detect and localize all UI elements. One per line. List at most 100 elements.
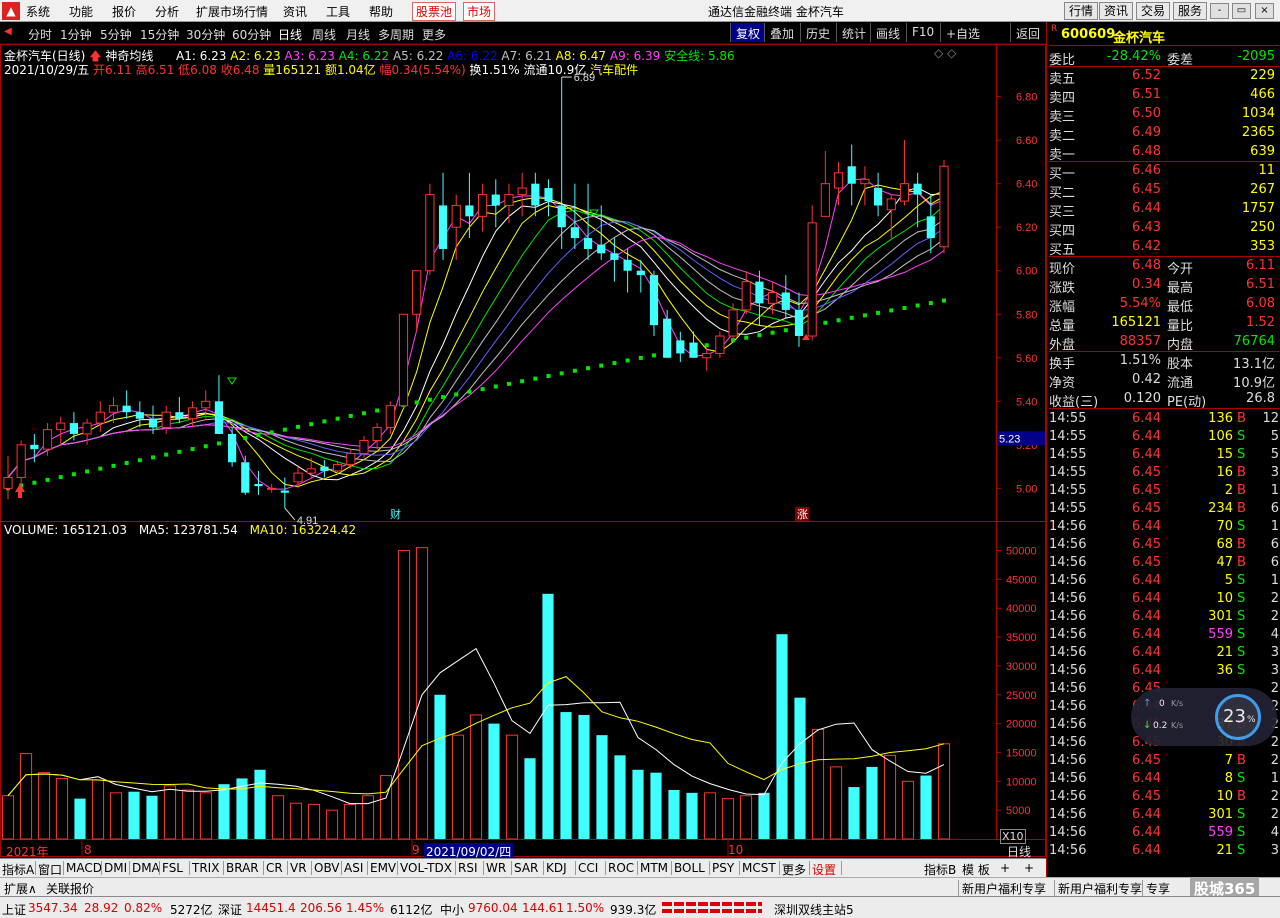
ohlc-sector[interactable]: 汽车配件 <box>590 63 638 77</box>
indicator-tab-6[interactable]: TRIX <box>192 861 219 875</box>
sz-index-name[interactable]: 深证 <box>218 901 242 918</box>
promo-link-3[interactable]: 专享 <box>1142 880 1170 897</box>
history-button[interactable]: 历史 <box>800 23 835 42</box>
indicator-tab-3[interactable]: DMI <box>104 861 127 875</box>
stock-pool-button[interactable]: 股票池 <box>412 2 457 21</box>
period-fenshi[interactable]: 分时 <box>28 26 52 43</box>
related-quotes-tab[interactable]: 关联报价 <box>46 880 94 897</box>
tick-volume: 21 <box>1216 843 1233 858</box>
period-15min[interactable]: 15分钟 <box>140 26 179 43</box>
menu-quote[interactable]: 报价 <box>112 3 136 20</box>
menu-news[interactable]: 资讯 <box>283 3 307 20</box>
tick-row-22: 14:56 6.44 301 S 2 <box>1049 806 1279 825</box>
indicator-tab-19[interactable]: ROC <box>608 861 634 875</box>
period-more[interactable]: 更多 <box>422 26 446 43</box>
maximize-button[interactable]: ▭ <box>1232 3 1251 19</box>
indicator-tab-2[interactable]: MACD <box>66 861 102 875</box>
quote-tab-button[interactable]: 行情 <box>1064 2 1099 20</box>
menu-analysis[interactable]: 分析 <box>155 3 179 20</box>
bottom-right-tab-3[interactable]: + <box>1024 861 1034 875</box>
promo-link-2[interactable]: 新用户福利专享 <box>1054 880 1142 897</box>
indicator-tab-13[interactable]: VOL-TDX <box>400 861 452 875</box>
menu-system[interactable]: 系统 <box>26 3 50 20</box>
back-button[interactable]: 返回 <box>1010 23 1045 42</box>
add-favorite-button[interactable]: +自选 <box>940 23 985 42</box>
indicator-tab-14[interactable]: RSI <box>458 861 478 875</box>
market-button[interactable]: 市场 <box>463 2 496 21</box>
menu-function[interactable]: 功能 <box>69 3 93 20</box>
tick-side: S <box>1237 645 1246 660</box>
volume-bar-down <box>488 723 500 839</box>
indicator-tab-9[interactable]: VR <box>290 861 307 875</box>
period-30min[interactable]: 30分钟 <box>186 26 225 43</box>
promo-link-1[interactable]: 新用户福利专享 <box>958 880 1046 897</box>
indicator-tab-11[interactable]: ASI <box>344 861 363 875</box>
indicator-tab-7[interactable]: BRAR <box>226 861 259 875</box>
buy-arrow-icon <box>15 484 25 498</box>
chart-collapse-icon[interactable]: ◇ ◇ <box>934 46 956 60</box>
menu-tools[interactable]: 工具 <box>326 3 350 20</box>
indicator-tab-21[interactable]: BOLL <box>674 861 705 875</box>
candle-body-up <box>108 405 119 413</box>
menu-help[interactable]: 帮助 <box>369 3 393 20</box>
tick-row-0: 14:55 6.44 136 B 12 <box>1049 410 1279 429</box>
period-weekly[interactable]: 周线 <box>312 26 336 43</box>
stat-label: 涨幅 <box>1049 300 1076 315</box>
period-60min[interactable]: 60分钟 <box>232 26 271 43</box>
tick-row-11: 14:56 6.44 301 S 2 <box>1049 608 1279 627</box>
sh-index-name[interactable]: 上证 <box>2 901 26 918</box>
indicator-tab-5[interactable]: FSL <box>162 861 183 875</box>
price-axis-label: 5.60 <box>1016 353 1037 365</box>
indicator-tab-16[interactable]: SAR <box>514 861 538 875</box>
tick-volume: 559 <box>1208 825 1233 840</box>
tick-price: 6.44 <box>1132 519 1161 534</box>
indicator-tab-0[interactable]: 指标A <box>2 861 34 878</box>
zx-index-name[interactable]: 中小 <box>440 901 464 918</box>
period-daily[interactable]: 日线 <box>278 26 302 43</box>
menu-extended-market[interactable]: 扩展市场行情 <box>196 3 268 20</box>
indicator-tab-20[interactable]: MTM <box>640 861 668 875</box>
bid-row-3: 买四 6.43 250 <box>1049 219 1279 239</box>
indicator-tab-17[interactable]: KDJ <box>546 861 567 875</box>
minimize-button[interactable]: - <box>1210 3 1229 19</box>
period-1min[interactable]: 1分钟 <box>60 26 92 43</box>
draw-button[interactable]: 画线 <box>870 23 905 42</box>
net-speed-widget[interactable]: ↑ 0 K/s ↓ 0.2 K/s 23 % <box>1131 688 1277 746</box>
stats-button[interactable]: 统计 <box>836 23 871 42</box>
indicator-tab-10[interactable]: OBV <box>314 861 340 875</box>
period-multi[interactable]: 多周期 <box>378 26 414 43</box>
server-name[interactable]: 深圳双线主站5 <box>774 901 854 918</box>
indicator-tab-1[interactable]: 窗口 <box>38 861 62 878</box>
news-tab-button[interactable]: 资讯 <box>1099 2 1134 20</box>
indicator-tab-24[interactable]: 更多 <box>782 861 806 878</box>
collapse-arrow-icon[interactable]: ◀ <box>4 26 12 37</box>
period-5min[interactable]: 5分钟 <box>100 26 132 43</box>
bottom-right-tab-1[interactable]: 模 板 <box>962 861 990 878</box>
close-button[interactable]: × <box>1255 3 1274 19</box>
bid-volume: 267 <box>1250 182 1275 197</box>
indicator-tab-8[interactable]: CR <box>266 861 283 875</box>
candle-body-up <box>807 222 817 337</box>
tab-separator <box>511 861 512 875</box>
price-axis-label: 5.00 <box>1016 483 1037 495</box>
indicator-tab-23[interactable]: MCST <box>742 861 776 875</box>
f10-button[interactable]: F10 <box>906 23 939 42</box>
indicator-tab-18[interactable]: CCI <box>578 861 598 875</box>
expand-toggle[interactable]: 扩展∧ <box>4 880 37 897</box>
fuquan-button[interactable]: 复权 <box>730 23 766 42</box>
indicator-tab-4[interactable]: DMA <box>132 861 160 875</box>
volume-bar-down <box>614 755 626 839</box>
bottom-right-tab-2[interactable]: + <box>1000 861 1010 875</box>
indicator-tab-22[interactable]: PSY <box>712 861 734 875</box>
indicator-tab-15[interactable]: WR <box>486 861 506 875</box>
indicator-tab-25[interactable]: 设置 <box>812 861 836 878</box>
indicator-tab-12[interactable]: EMV <box>370 861 396 875</box>
zx-index-pct: 1.50% <box>566 901 605 915</box>
service-tab-button[interactable]: 服务 <box>1173 2 1208 20</box>
volume-bar-up <box>91 779 105 840</box>
period-monthly[interactable]: 月线 <box>346 26 370 43</box>
overlay-button[interactable]: 叠加 <box>764 23 799 42</box>
bottom-right-tab-0[interactable]: 指标B <box>924 861 956 878</box>
kline-chart[interactable]: 6.806.606.406.206.005.805.605.405.205.00… <box>0 44 1046 857</box>
trade-tab-button[interactable]: 交易 <box>1136 2 1171 20</box>
